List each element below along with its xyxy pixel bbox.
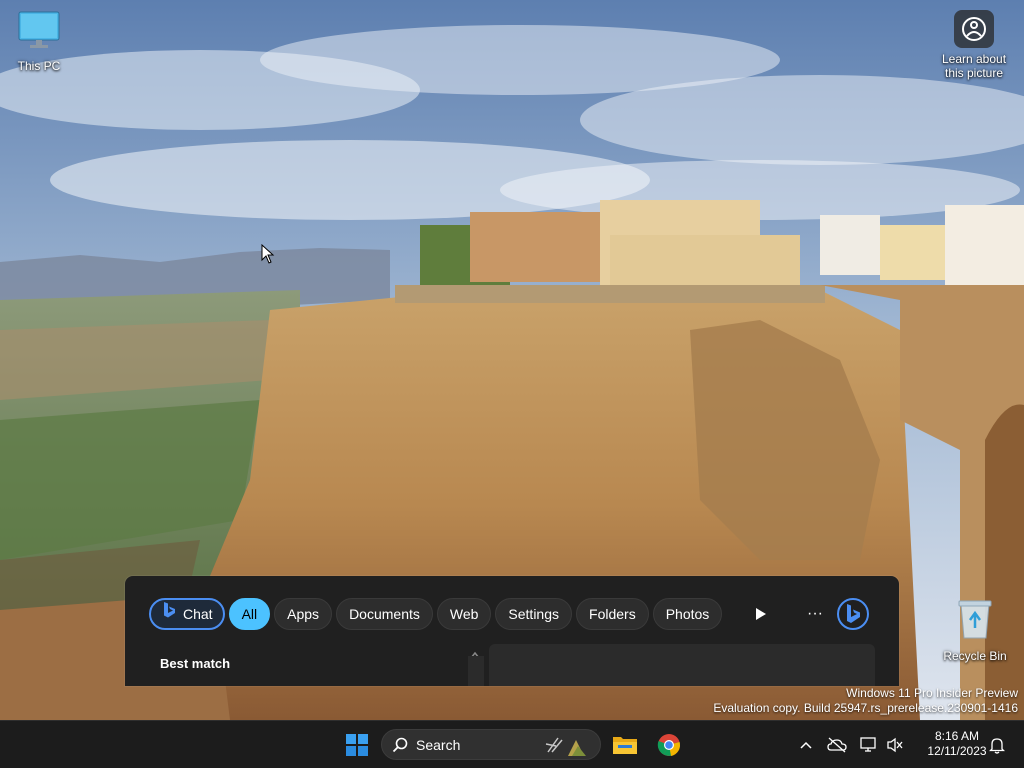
volume-tray-button[interactable] [884, 721, 906, 769]
play-icon [756, 608, 766, 620]
taskbar: Search 8:16 AM 12/11/2023 [0, 720, 1024, 768]
ellipsis-icon: ··· [807, 605, 823, 622]
camera-info-icon [954, 10, 994, 48]
mouse-cursor-icon [261, 243, 275, 269]
filter-label: Apps [287, 606, 320, 622]
onedrive-tray-button[interactable] [826, 721, 848, 769]
search-flyout: Chat All Apps Documents Web Settings Fol… [125, 576, 899, 686]
bing-button[interactable] [835, 596, 871, 632]
filter-label: All [241, 606, 258, 622]
cloud-offline-icon [827, 737, 847, 753]
chrome-button[interactable] [652, 721, 686, 769]
desktop-icon-label: This PC [17, 59, 61, 73]
results-scrollbar[interactable] [468, 656, 484, 686]
filter-documents-button[interactable]: Documents [336, 598, 433, 630]
scroll-filters-right-button[interactable] [745, 598, 777, 630]
chevron-up-icon [800, 741, 812, 749]
filter-label: Chat [183, 606, 213, 622]
network-tray-button[interactable] [858, 721, 880, 769]
filter-label: Folders [589, 606, 636, 622]
search-placeholder: Search [416, 736, 461, 753]
desktop-icon-label: Learn about this picture [941, 52, 1007, 80]
scroll-up-icon[interactable] [470, 646, 480, 659]
notifications-button[interactable] [985, 721, 1009, 769]
filter-web-button[interactable]: Web [436, 598, 492, 630]
chrome-icon [657, 734, 680, 756]
start-button[interactable] [340, 721, 374, 769]
bing-chat-icon [161, 600, 177, 628]
file-explorer-button[interactable] [608, 721, 642, 769]
filter-photos-button[interactable]: Photos [652, 598, 723, 630]
filter-chat-button[interactable]: Chat [149, 598, 225, 630]
watermark-line: Windows 11 Pro Insider Preview [846, 686, 1018, 700]
filter-apps-button[interactable]: Apps [274, 598, 333, 630]
search-highlight-icon [542, 732, 594, 763]
volume-muted-icon [887, 737, 903, 753]
filter-settings-button[interactable]: Settings [495, 598, 573, 630]
bing-logo-icon [837, 598, 869, 630]
search-icon [392, 737, 408, 752]
watermark-line: Evaluation copy. Build 25947.rs_prerelea… [713, 701, 1018, 715]
search-filter-bar: Chat All Apps Documents Web Settings Fol… [149, 598, 723, 630]
taskbar-search-box[interactable]: Search [381, 729, 601, 760]
filter-label: Documents [349, 606, 420, 622]
best-match-heading: Best match [160, 656, 231, 671]
filter-label: Settings [508, 606, 560, 622]
recycle-bin-icon [956, 600, 994, 644]
monitor-icon [17, 11, 61, 54]
desktop-icon-learn-about-picture[interactable]: Learn about this picture [935, 10, 1013, 80]
filter-label: Photos [665, 606, 710, 622]
bell-icon [989, 738, 1005, 754]
result-preview-pane [489, 644, 875, 686]
windows-logo-icon [346, 734, 368, 756]
filter-folders-button[interactable]: Folders [576, 598, 649, 630]
filter-label: Web [449, 606, 479, 622]
show-hidden-icons-button[interactable] [796, 721, 816, 769]
more-options-button[interactable]: ··· [799, 598, 831, 630]
evaluation-watermark: Windows 11 Pro Insider Preview Evaluatio… [713, 686, 1018, 716]
desktop-icon-this-pc[interactable]: This PC [0, 10, 78, 73]
network-disconnected-icon [860, 737, 876, 752]
folder-icon [613, 737, 637, 754]
desktop-icon-label: Recycle Bin [943, 649, 1007, 663]
filter-all-button[interactable]: All [228, 598, 271, 630]
desktop-icon-recycle-bin[interactable]: Recycle Bin [936, 598, 1014, 663]
